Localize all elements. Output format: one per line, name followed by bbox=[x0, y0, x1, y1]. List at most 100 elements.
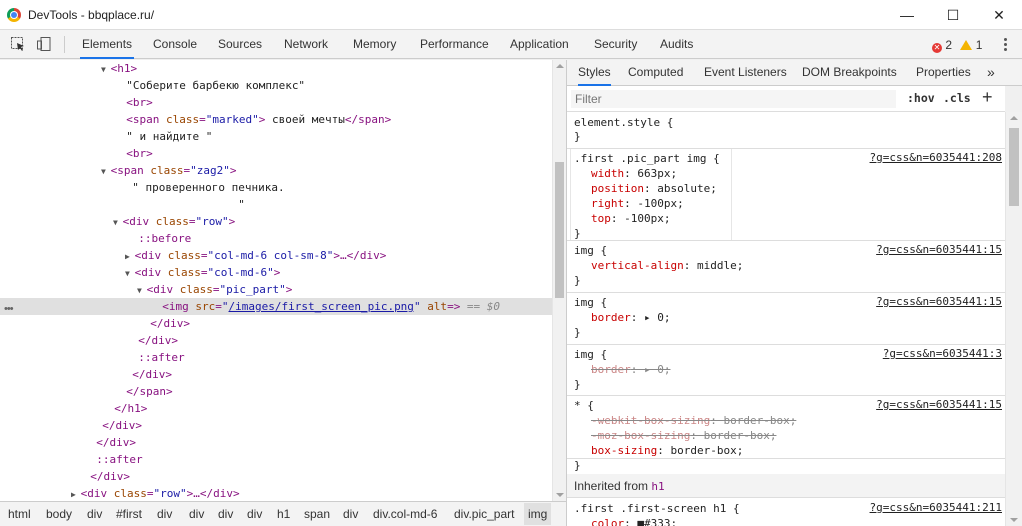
class-toggle[interactable]: .cls bbox=[943, 91, 971, 105]
hover-state-toggle[interactable]: :hov bbox=[907, 91, 935, 105]
dom-node-line[interactable]: </div> bbox=[137, 315, 190, 332]
styles-scrollbar[interactable] bbox=[1005, 112, 1022, 526]
close-button[interactable]: ✕ bbox=[976, 0, 1022, 30]
dom-node-line[interactable]: </div> bbox=[89, 417, 142, 434]
dom-node-line[interactable]: </div> bbox=[125, 332, 178, 349]
style-declaration[interactable]: -moz-box-sizing: border-box; bbox=[591, 428, 776, 443]
device-toolbar-icon[interactable] bbox=[36, 36, 52, 52]
tab-sources[interactable]: Sources bbox=[216, 30, 264, 59]
rule-source-link[interactable]: ?g=css&n=6035441:211 bbox=[870, 501, 1002, 514]
tab-network[interactable]: Network bbox=[282, 30, 330, 59]
new-style-rule-icon[interactable]: + bbox=[982, 87, 993, 108]
style-declaration[interactable]: vertical-align: middle; bbox=[591, 258, 743, 273]
maximize-button[interactable]: ☐ bbox=[930, 0, 976, 30]
dom-tree-panel[interactable]: ▼ <h1> "Соберите барбекю комплекс" <br> … bbox=[0, 60, 566, 501]
style-declaration[interactable]: color: ■#333; bbox=[591, 516, 677, 526]
breadcrumb-item[interactable]: div bbox=[157, 507, 172, 521]
dom-node-line[interactable]: </h1> bbox=[101, 400, 147, 417]
dom-node-line[interactable]: ::after bbox=[83, 451, 142, 468]
dom-node-line[interactable]: <br> bbox=[113, 145, 153, 162]
css-property-value[interactable]: -100px; bbox=[637, 197, 683, 210]
breadcrumb-item[interactable]: div bbox=[343, 507, 358, 521]
css-property-value[interactable]: border-box; bbox=[723, 414, 796, 427]
dom-node-line[interactable]: " bbox=[119, 196, 245, 213]
css-property-name[interactable]: border bbox=[591, 363, 631, 376]
breadcrumb-item[interactable]: #first bbox=[116, 507, 142, 521]
dom-node-line[interactable]: ::after bbox=[125, 349, 184, 366]
tab-memory[interactable]: Memory bbox=[351, 30, 398, 59]
style-rule[interactable]: element.style {} bbox=[567, 112, 1005, 149]
tab-application[interactable]: Application bbox=[508, 30, 571, 59]
tab-properties[interactable]: Properties bbox=[916, 60, 971, 86]
expand-triangle-icon[interactable]: ▼ bbox=[137, 286, 147, 295]
collapse-triangle-icon[interactable]: ▶ bbox=[125, 252, 135, 261]
dom-node-line[interactable]: ▶ <div class="col-md-6 col-sm-8">…</div> bbox=[125, 247, 386, 264]
css-property-value[interactable]: ▸ 0; bbox=[644, 311, 671, 324]
css-property-name[interactable]: vertical-align bbox=[591, 259, 684, 272]
more-options-icon[interactable] bbox=[1000, 36, 1010, 52]
css-property-value[interactable]: 663px; bbox=[637, 167, 677, 180]
dom-node-line[interactable]: ▼ <span class="zag2"> bbox=[101, 162, 237, 179]
css-property-value[interactable]: ▸ 0; bbox=[644, 363, 671, 376]
css-property-name[interactable]: top bbox=[591, 212, 611, 225]
dom-node-line[interactable]: </div> bbox=[77, 468, 130, 485]
expand-triangle-icon[interactable]: ▼ bbox=[101, 167, 111, 176]
tab-event-listeners[interactable]: Event Listeners bbox=[704, 60, 787, 86]
style-declaration[interactable]: border: ▸ 0; bbox=[591, 310, 671, 325]
breadcrumb-item[interactable]: div bbox=[189, 507, 204, 521]
style-declaration[interactable]: position: absolute; bbox=[591, 181, 717, 196]
style-rule[interactable]: .first .first-screen h1 {?g=css&n=603544… bbox=[567, 498, 1005, 526]
breadcrumb-item[interactable]: div.col-md-6 bbox=[373, 507, 437, 521]
dom-node-line[interactable]: <br> bbox=[113, 94, 153, 111]
error-warning-counter[interactable]: ✕ 2 1 bbox=[932, 38, 982, 53]
styles-pane[interactable]: element.style {} .first .pic_part img {?g… bbox=[567, 112, 1005, 526]
tab-elements[interactable]: Elements bbox=[80, 30, 135, 59]
dom-node-line[interactable]: " проверенного печника. bbox=[119, 179, 284, 196]
dom-node-line[interactable]: </span> bbox=[113, 383, 172, 400]
style-declaration[interactable]: -webkit-box-sizing: border-box; bbox=[591, 413, 796, 428]
breadcrumb-item[interactable]: div bbox=[218, 507, 233, 521]
css-property-name[interactable]: color bbox=[591, 517, 624, 526]
scroll-up-arrow-icon[interactable] bbox=[1010, 116, 1018, 120]
style-declaration[interactable]: box-sizing: border-box; bbox=[591, 443, 743, 458]
styles-scrollbar-thumb[interactable] bbox=[1009, 128, 1019, 206]
css-property-value[interactable]: ■#333; bbox=[637, 517, 677, 526]
css-property-value[interactable]: border-box; bbox=[670, 444, 743, 457]
style-declaration[interactable]: top: -100px; bbox=[591, 211, 670, 226]
tab-styles[interactable]: Styles bbox=[578, 60, 611, 86]
style-declaration[interactable]: width: 663px; bbox=[591, 166, 677, 181]
minimize-button[interactable]: — bbox=[884, 0, 930, 30]
css-property-value[interactable]: border-box; bbox=[704, 429, 777, 442]
rule-source-link[interactable]: ?g=css&n=6035441:15 bbox=[876, 295, 1002, 308]
style-rule[interactable]: .first .pic_part img {?g=css&n=6035441:2… bbox=[567, 149, 1005, 241]
dom-node-line[interactable]: "Соберите барбекю комплекс" bbox=[113, 77, 305, 94]
css-property-name[interactable]: box-sizing bbox=[591, 444, 657, 457]
dom-attr-link[interactable]: /images/first_screen_pic.png bbox=[229, 300, 414, 313]
breadcrumb-item[interactable]: img bbox=[524, 503, 552, 525]
breadcrumb-item[interactable]: span bbox=[304, 507, 330, 521]
tab-computed[interactable]: Computed bbox=[628, 60, 683, 86]
dom-node-line[interactable]: ▼ <div class="col-md-6"> bbox=[125, 264, 280, 281]
tab-console[interactable]: Console bbox=[151, 30, 199, 59]
rule-source-link[interactable]: ?g=css&n=6035441:15 bbox=[876, 243, 1002, 256]
dom-node-line[interactable]: ▼ <h1> bbox=[101, 60, 137, 77]
breadcrumb-item[interactable]: h1 bbox=[277, 507, 290, 521]
dom-node-line[interactable]: ▶ <div class="row">…</div> bbox=[71, 485, 240, 501]
expand-triangle-icon[interactable]: ▼ bbox=[101, 65, 111, 74]
scroll-up-arrow-icon[interactable] bbox=[556, 64, 564, 68]
breadcrumb-item[interactable]: body bbox=[46, 507, 72, 521]
tab-performance[interactable]: Performance bbox=[418, 30, 491, 59]
collapse-triangle-icon[interactable]: ▶ bbox=[71, 490, 81, 499]
css-property-value[interactable]: middle; bbox=[697, 259, 743, 272]
style-rule[interactable]: img {?g=css&n=6035441:15 vertical-align: … bbox=[567, 241, 1005, 293]
css-property-name[interactable]: right bbox=[591, 197, 624, 210]
dom-tree-scrollbar[interactable] bbox=[552, 60, 566, 501]
breadcrumb-item[interactable]: div bbox=[87, 507, 102, 521]
style-rule[interactable]: img {?g=css&n=6035441:15 border: ▸ 0;} bbox=[567, 293, 1005, 345]
css-property-name[interactable]: -moz-box-sizing bbox=[591, 429, 690, 442]
breadcrumb-item[interactable]: div.pic_part bbox=[454, 507, 514, 521]
dom-node-line[interactable]: ▼ <div class="row"> bbox=[113, 213, 235, 230]
rule-source-link[interactable]: ?g=css&n=6035441:208 bbox=[870, 151, 1002, 164]
dom-tree-scrollbar-thumb[interactable] bbox=[555, 162, 564, 298]
rule-source-link[interactable]: ?g=css&n=6035441:15 bbox=[876, 398, 1002, 411]
